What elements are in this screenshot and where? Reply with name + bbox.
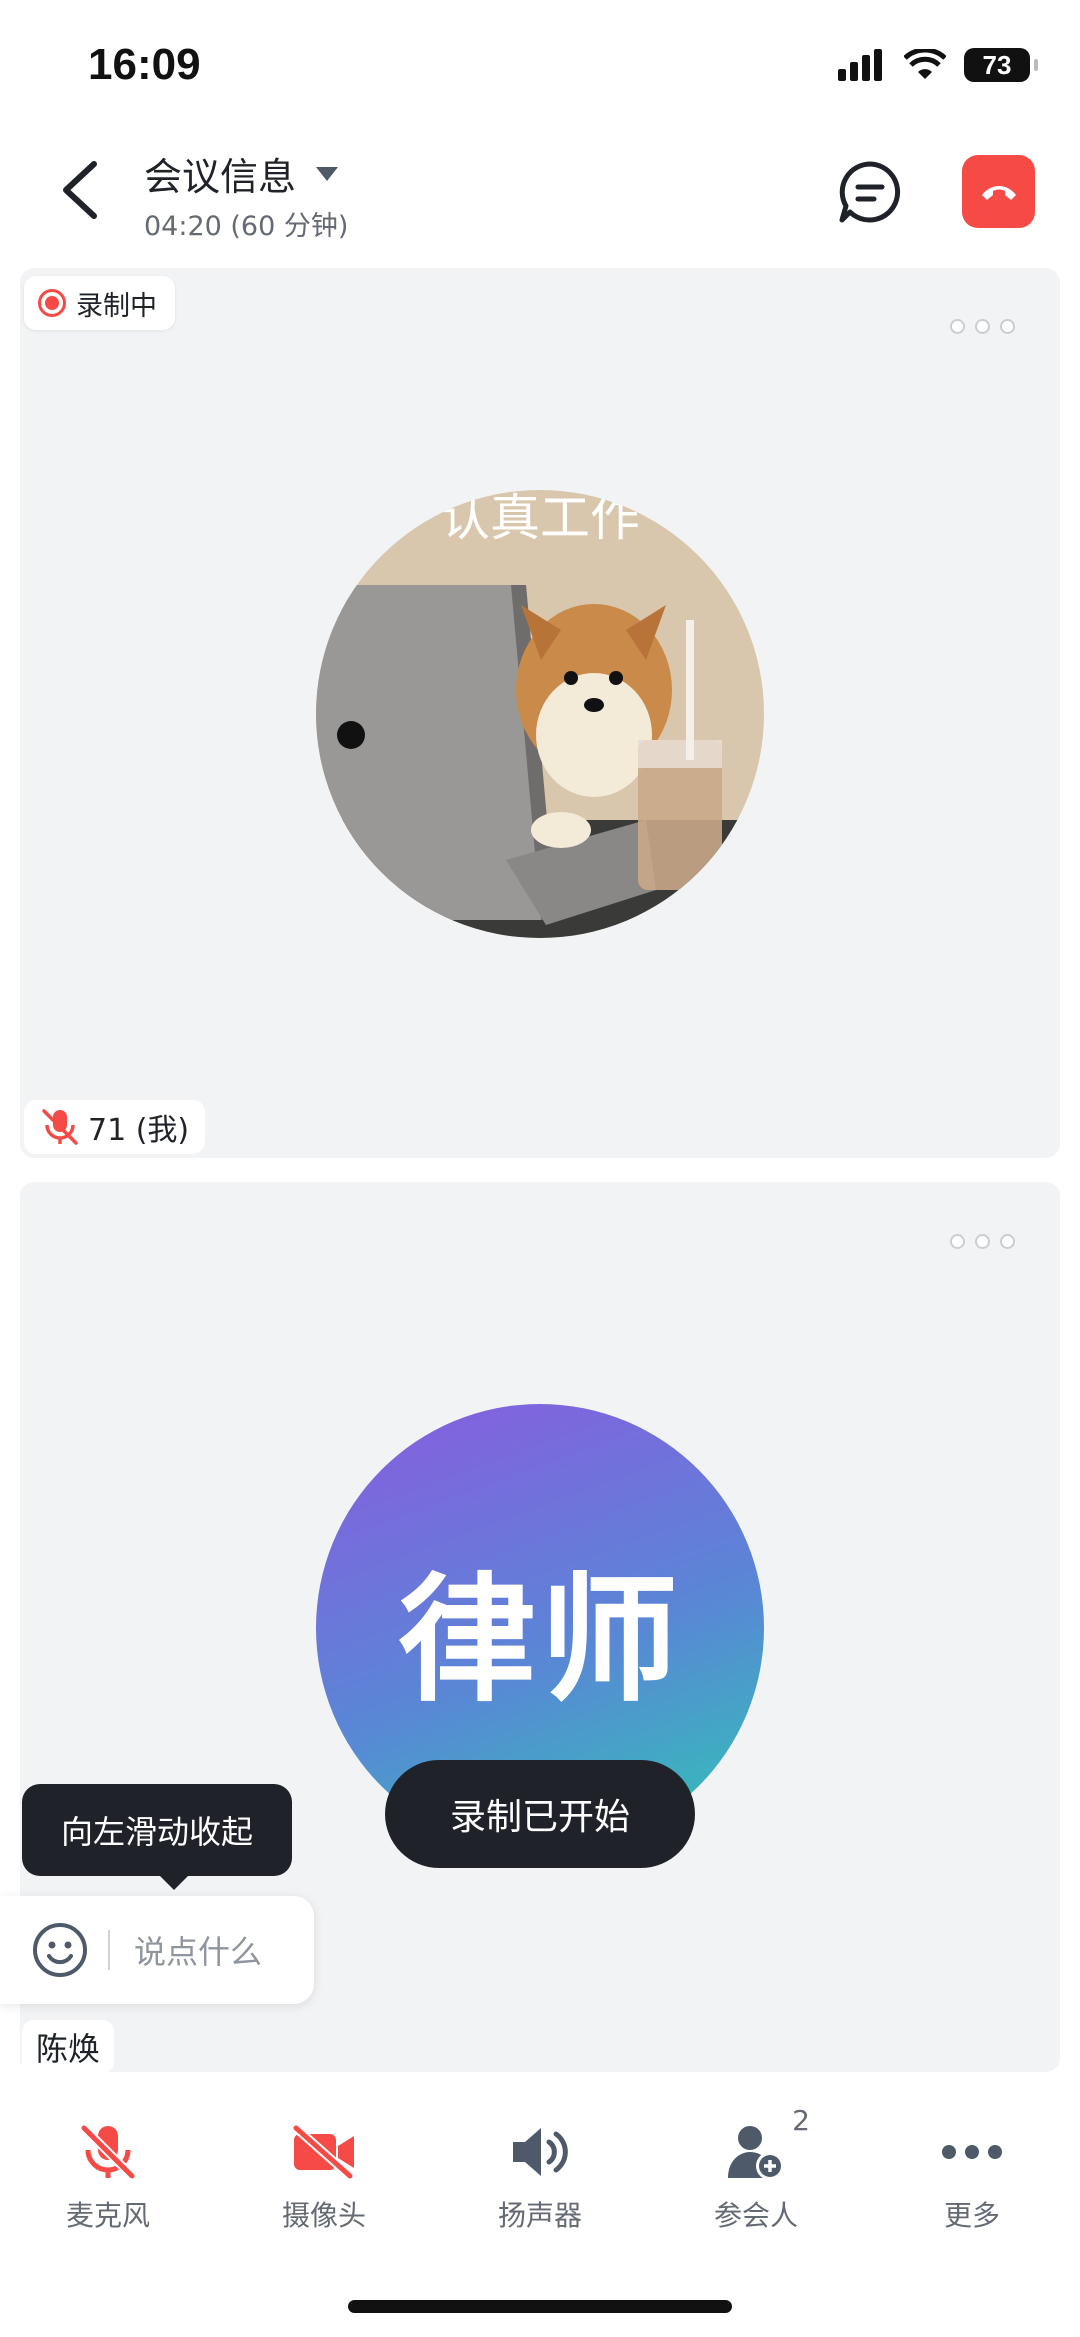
toolbar-label: 参会人 [713, 2199, 798, 2232]
speaker-icon [513, 2128, 568, 2176]
wifi-icon [904, 49, 946, 79]
divider [108, 1930, 110, 1970]
speaker-button[interactable]: 扬声器 [432, 2120, 648, 2250]
toolbar-label: 麦克风 [65, 2199, 150, 2232]
bottom-toolbar: 麦克风 摄像头 扬声器 2 参会人 更多 [0, 2104, 1080, 2250]
emoji-icon[interactable] [32, 1922, 88, 1978]
participant-count: 2 [792, 2104, 810, 2137]
swipe-tooltip: 向左滑动收起 [22, 1784, 292, 1890]
status-time: 16:09 [88, 40, 201, 89]
meeting-title: 会议信息 [144, 155, 297, 199]
toast-message: 录制已开始 [385, 1760, 695, 1868]
participants-button[interactable]: 2 参会人 [648, 2104, 864, 2250]
recording-label: 录制中 [76, 290, 157, 322]
home-indicator[interactable] [348, 2300, 732, 2313]
toolbar-label: 扬声器 [497, 2199, 582, 2232]
participant-name: 陈焕 [22, 2020, 115, 2074]
avatar: 认真工作 [316, 490, 764, 938]
avatar-photo-dog-laptop: 认真工作 [316, 490, 764, 938]
tile-more-button[interactable] [950, 319, 1015, 334]
chat-icon[interactable] [838, 160, 902, 224]
chat-input-placeholder[interactable]: 说点什么 [134, 1927, 262, 1973]
toolbar-label: 摄像头 [281, 2199, 366, 2232]
more-dots-icon [942, 2145, 1002, 2159]
mic-muted-icon [42, 1109, 78, 1145]
phone-hangup-icon [981, 185, 1016, 200]
caret-down-icon [316, 166, 339, 181]
meeting-info-dropdown[interactable]: 会议信息 [144, 146, 339, 201]
status-icons: 73 [838, 48, 1038, 82]
participant-name: 71 (我) [88, 1113, 190, 1148]
back-arrow-icon[interactable] [56, 160, 106, 220]
camera-off-icon [293, 2124, 354, 2180]
participants-add-icon [728, 2126, 784, 2180]
chat-input-bar[interactable]: 说点什么 [0, 1896, 314, 2004]
recording-badge: 录制中 [24, 276, 175, 330]
mic-muted-icon [80, 2124, 136, 2180]
toolbar-label: 更多 [943, 2199, 1000, 2232]
more-button[interactable]: 更多 [864, 2120, 1080, 2250]
battery-indicator: 73 [964, 48, 1038, 82]
participant-name-badge: 71 (我) [24, 1100, 206, 1154]
hang-up-button[interactable] [962, 155, 1035, 228]
signal-icon [838, 49, 882, 81]
microphone-button[interactable]: 麦克风 [0, 2120, 216, 2250]
camera-button[interactable]: 摄像头 [216, 2120, 432, 2250]
meeting-duration: 04:20 (60 分钟) [144, 211, 349, 242]
tile-more-button[interactable] [950, 1234, 1015, 1249]
record-icon [38, 289, 66, 317]
